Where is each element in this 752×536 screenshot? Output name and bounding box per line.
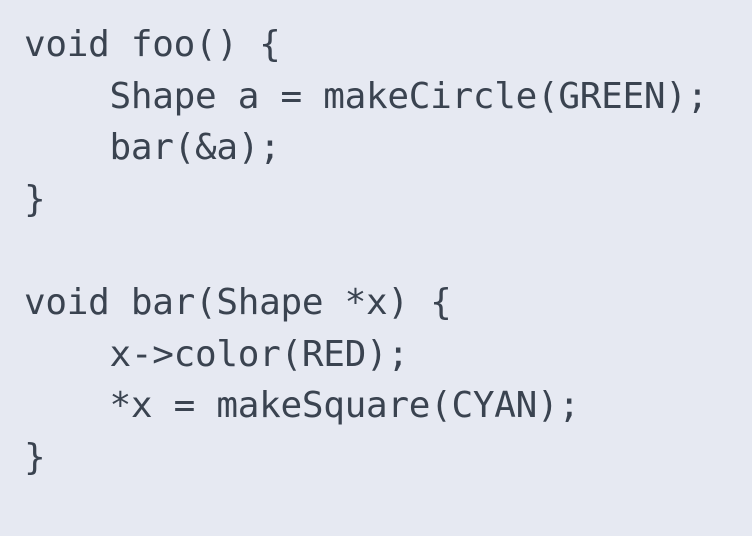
code-block: void foo() { Shape a = makeCircle(GREEN)… — [0, 0, 752, 536]
code-line-7: x->color(RED); — [24, 333, 409, 375]
code-line-3: bar(&a); — [24, 127, 281, 169]
code-line-2: Shape a = makeCircle(GREEN); — [24, 75, 708, 117]
code-line-4: } — [24, 178, 46, 220]
code-line-9: } — [24, 436, 46, 478]
code-line-1: void foo() { — [24, 24, 281, 65]
code-line-6: void bar(Shape *x) { — [24, 281, 452, 323]
code-line-8: *x = makeSquare(CYAN); — [24, 385, 580, 427]
